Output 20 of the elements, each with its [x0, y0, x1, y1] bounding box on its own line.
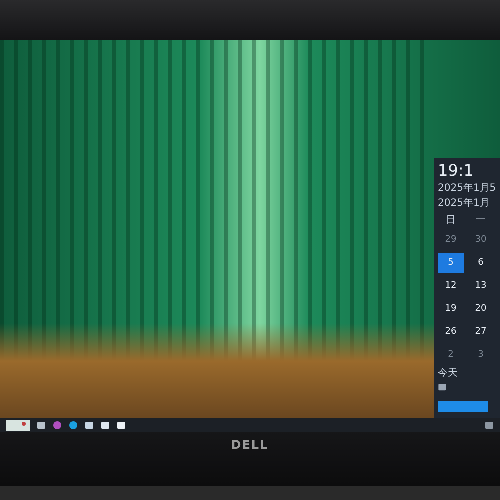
calendar-day[interactable]: 30 — [468, 230, 494, 250]
action-button[interactable] — [438, 400, 488, 412]
calendar-day[interactable]: 6 — [468, 253, 494, 273]
calendar-day[interactable]: 12 — [438, 276, 464, 296]
calendar-day[interactable]: 5 — [438, 253, 464, 273]
calendar-day[interactable]: 3 — [468, 345, 494, 365]
today-label: 今天 — [438, 368, 458, 380]
calendar-day[interactable]: 13 — [468, 276, 494, 296]
clock-time: 19:1 — [438, 162, 474, 180]
weekday-label: 一 — [475, 214, 487, 227]
calendar-day[interactable]: 20 — [468, 299, 494, 319]
calendar-day[interactable]: 26 — [438, 322, 464, 342]
weekday-label: 日 — [445, 214, 457, 227]
calendar-day[interactable]: 27 — [468, 322, 494, 342]
brand-logo: DELL — [231, 438, 269, 452]
calendar-day[interactable]: 29 — [438, 230, 464, 250]
calendar-day[interactable]: 19 — [438, 299, 464, 319]
month-title: 2025年1月 — [438, 198, 490, 210]
calendar-day[interactable]: 2 — [438, 345, 464, 365]
date-text: 2025年1月5 — [438, 183, 496, 195]
